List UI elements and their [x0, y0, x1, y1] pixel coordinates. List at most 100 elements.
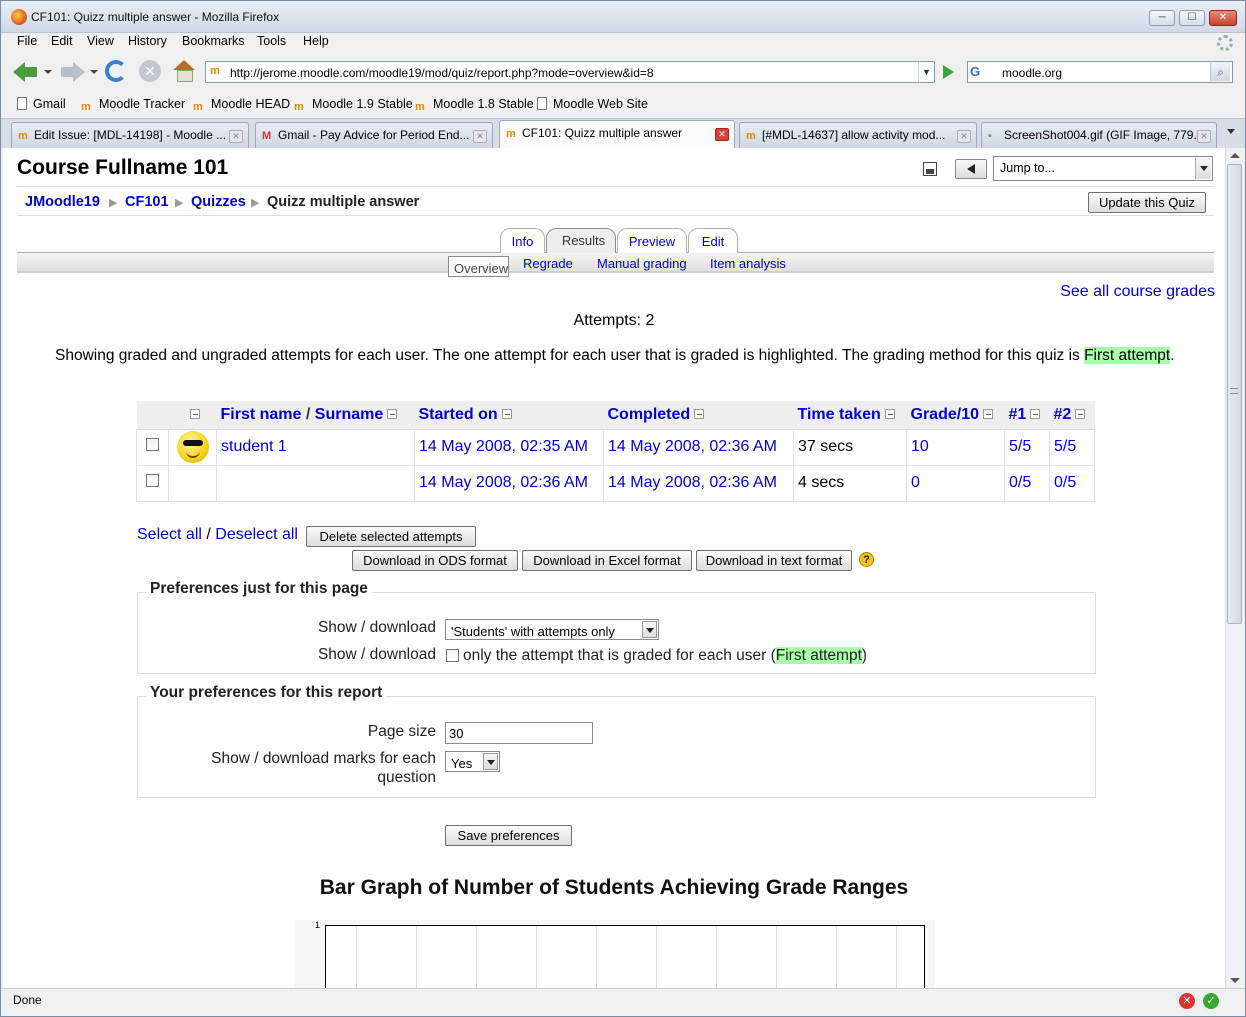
attempt-review-link[interactable]: 14 May 2008, 02:36 AM [608, 474, 777, 491]
go-button-icon[interactable] [939, 63, 959, 81]
graded-only-checkbox[interactable] [446, 649, 459, 662]
sort-surname-link[interactable]: Surname [315, 406, 383, 423]
edit-mode-icon[interactable] [923, 162, 937, 176]
url-text[interactable]: http://jerome.moodle.com/moodle19/mod/qu… [230, 66, 654, 80]
bookmark-moodle-head[interactable]: m Moodle HEAD [193, 97, 290, 114]
sort-q2-link[interactable]: #2 [1054, 406, 1072, 423]
scrollbar-thumb[interactable] [1227, 164, 1242, 624]
breadcrumb-quizzes[interactable]: Quizzes [191, 194, 246, 210]
menu-history[interactable]: History [128, 34, 167, 48]
scroll-down-icon[interactable] [1230, 978, 1240, 983]
tab-info[interactable]: Info [500, 228, 545, 254]
update-quiz-button[interactable]: Update this Quiz [1088, 192, 1206, 213]
scroll-up-icon[interactable] [1230, 153, 1240, 158]
error-icon[interactable]: ✕ [1179, 993, 1195, 1009]
bookmark-moodle-tracker[interactable]: m Moodle Tracker [81, 97, 185, 114]
bookmark-moodle-web[interactable]: Moodle Web Site [537, 97, 648, 111]
back-arrow-icon[interactable] [13, 60, 39, 84]
url-history-dropdown-icon[interactable]: ▼ [918, 62, 934, 82]
bookmark-moodle-19[interactable]: m Moodle 1.9 Stable [294, 97, 413, 114]
collapse-column-icon[interactable] [982, 408, 993, 419]
search-engine-icon[interactable]: G [970, 64, 998, 80]
avatar[interactable] [176, 431, 209, 463]
menu-file[interactable]: File [17, 34, 37, 48]
forward-history-dropdown-icon[interactable] [90, 70, 98, 74]
sort-q1-link[interactable]: #1 [1009, 406, 1027, 423]
collapse-column-icon[interactable] [1075, 408, 1086, 419]
search-bar[interactable]: G moodle.org ⌕ [967, 61, 1233, 83]
see-all-course-grades-link[interactable]: See all course grades [1060, 283, 1215, 301]
attempt-review-link[interactable]: 14 May 2008, 02:35 AM [419, 438, 588, 455]
previous-activity-button[interactable] [955, 159, 987, 179]
marks-select[interactable]: Yes [445, 751, 500, 772]
tab-results[interactable]: Results [546, 228, 616, 254]
menu-help[interactable]: Help [303, 34, 329, 48]
close-tab-icon[interactable]: ✕ [1197, 130, 1211, 143]
sort-completed-link[interactable]: Completed [608, 406, 691, 423]
close-tab-icon[interactable]: ✕ [473, 130, 487, 143]
subtab-manual-grading[interactable]: Manual grading [597, 256, 687, 271]
breadcrumb-site[interactable]: JMoodle19 [25, 194, 100, 210]
q1-mark-link[interactable]: 5/5 [1009, 438, 1031, 455]
close-tab-icon[interactable]: ✕ [229, 130, 243, 143]
sort-time-link[interactable]: Time taken [798, 406, 881, 423]
q1-mark-link[interactable]: 0/5 [1009, 474, 1031, 491]
browser-tab[interactable]: ▪ ScreenShot004.gif (GIF Image, 779... ✕ [981, 122, 1217, 148]
minimize-button[interactable]: ─ [1149, 10, 1175, 26]
bookmark-gmail[interactable]: Gmail [17, 97, 66, 111]
delete-attempts-button[interactable]: Delete selected attempts [306, 526, 476, 547]
grade-link[interactable]: 0 [911, 474, 920, 491]
subtab-overview[interactable]: Overview [448, 256, 510, 277]
tab-list-icon[interactable] [1227, 129, 1235, 134]
url-bar[interactable]: m http://jerome.moodle.com/moodle19/mod/… [205, 61, 935, 83]
browser-tab-active[interactable]: m CF101: Quizz multiple answer ✕ [499, 120, 735, 149]
search-icon[interactable]: ⌕ [1210, 63, 1230, 81]
download-text-button[interactable]: Download in text format [696, 550, 852, 571]
q2-mark-link[interactable]: 0/5 [1054, 474, 1076, 491]
check-icon[interactable]: ✓ [1203, 993, 1219, 1009]
subtab-regrade[interactable]: Regrade [523, 256, 573, 271]
bookmark-moodle-18[interactable]: m Moodle 1.8 Stable [415, 97, 534, 114]
collapse-column-icon[interactable] [387, 408, 398, 419]
maximize-button[interactable]: ☐ [1179, 10, 1205, 26]
vertical-scrollbar[interactable] [1225, 148, 1243, 988]
collapse-column-icon[interactable] [501, 408, 512, 419]
attempt-review-link[interactable]: 14 May 2008, 02:36 AM [608, 438, 777, 455]
tab-preview[interactable]: Preview [617, 228, 687, 254]
download-ods-button[interactable]: Download in ODS format [352, 550, 518, 571]
back-history-dropdown-icon[interactable] [44, 70, 52, 74]
collapse-column-icon[interactable] [884, 408, 895, 419]
home-icon[interactable] [173, 60, 195, 82]
attempt-review-link[interactable]: 14 May 2008, 02:36 AM [419, 474, 588, 491]
reload-icon[interactable] [105, 60, 127, 82]
collapse-column-icon[interactable] [694, 408, 705, 419]
menu-tools[interactable]: Tools [257, 34, 286, 48]
close-tab-icon[interactable]: ✕ [957, 130, 971, 143]
sort-grade-link[interactable]: Grade/10 [911, 406, 979, 423]
breadcrumb-course[interactable]: CF101 [125, 194, 169, 210]
save-preferences-button[interactable]: Save preferences [445, 825, 572, 846]
grade-link[interactable]: 10 [911, 438, 929, 455]
menu-bookmarks[interactable]: Bookmarks [182, 34, 245, 48]
search-input[interactable]: moodle.org [1002, 66, 1062, 80]
collapse-column-icon[interactable] [189, 408, 200, 419]
show-attempts-select[interactable]: 'Students' with attempts only [445, 619, 659, 640]
tab-edit[interactable]: Edit [688, 228, 738, 254]
close-button[interactable]: ✕ [1209, 10, 1237, 26]
collapse-column-icon[interactable] [1030, 408, 1041, 419]
forward-arrow-icon[interactable] [59, 60, 85, 84]
row-checkbox[interactable] [146, 474, 159, 487]
deselect-all-link[interactable]: Deselect all [215, 526, 298, 543]
browser-tab[interactable]: m Edit Issue: [MDL-14198] - Moodle ... ✕ [11, 122, 249, 148]
sort-started-link[interactable]: Started on [419, 406, 498, 423]
menu-view[interactable]: View [87, 34, 114, 48]
menu-edit[interactable]: Edit [51, 34, 73, 48]
sort-first-name-link[interactable]: First name [221, 406, 302, 423]
student-name-link[interactable]: student 1 [221, 438, 287, 455]
help-icon[interactable]: ? [859, 552, 874, 567]
browser-tab[interactable]: m [#MDL-14637] allow activity mod... ✕ [739, 122, 977, 148]
download-excel-button[interactable]: Download in Excel format [522, 550, 692, 571]
select-all-link[interactable]: Select all [137, 526, 202, 543]
row-checkbox[interactable] [146, 438, 159, 451]
jump-to-select[interactable]: Jump to... [993, 156, 1213, 181]
